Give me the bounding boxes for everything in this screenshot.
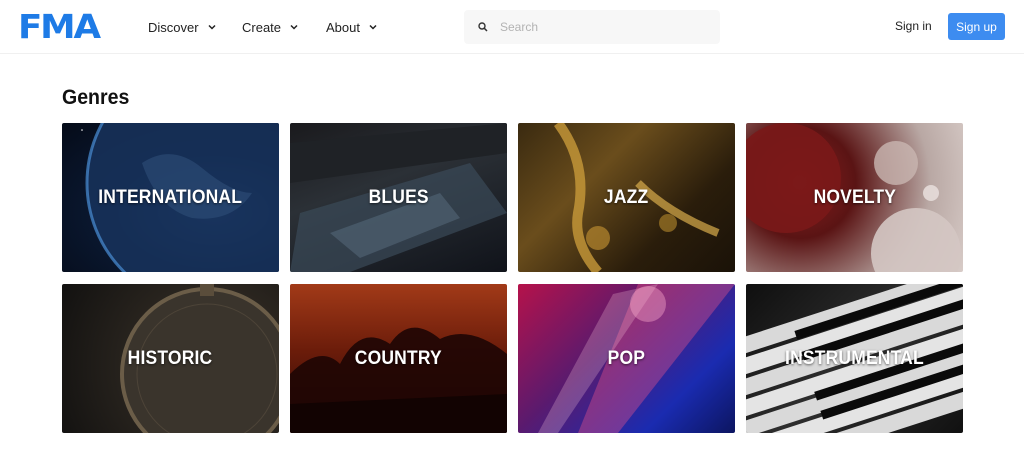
sign-in-link[interactable]: Sign in <box>895 19 932 33</box>
genre-label: COUNTRY <box>354 347 443 369</box>
genre-label: JAZZ <box>604 186 649 208</box>
sign-up-button[interactable]: Sign up <box>948 13 1005 40</box>
search-input[interactable] <box>500 20 700 34</box>
genre-tile-international[interactable]: INTERNATIONAL <box>62 123 279 272</box>
nav-create[interactable]: Create <box>242 17 299 37</box>
page-title: Genres <box>62 86 130 109</box>
chevron-down-icon <box>369 24 377 30</box>
nav-create-label: Create <box>242 19 282 35</box>
genre-tile-jazz[interactable]: JAZZ <box>518 123 735 272</box>
genre-tile-blues[interactable]: BLUES <box>290 123 507 272</box>
top-header: FMA Discover Create About Sign in Sign u… <box>0 0 1024 54</box>
genre-label: HISTORIC <box>128 347 213 369</box>
chevron-down-icon <box>290 24 298 30</box>
genre-tile-country[interactable]: COUNTRY <box>290 284 507 433</box>
nav-about-label: About <box>326 19 360 35</box>
search-icon <box>478 22 488 32</box>
genre-grid: INTERNATIONAL BLUES JAZZ NOVELTY HISTORI… <box>62 123 963 433</box>
nav-discover-label: Discover <box>148 19 199 35</box>
genre-tile-instrumental[interactable]: INSTRUMENTAL <box>746 284 963 433</box>
genre-label: POP <box>607 347 646 369</box>
genre-label: INTERNATIONAL <box>98 186 243 208</box>
fma-logo[interactable]: FMA <box>18 8 101 46</box>
search-box[interactable] <box>464 10 720 44</box>
nav-discover[interactable]: Discover <box>148 17 217 37</box>
genre-label: INSTRUMENTAL <box>785 347 924 369</box>
chevron-down-icon <box>208 24 216 30</box>
genre-label: BLUES <box>368 186 429 208</box>
nav-about[interactable]: About <box>326 17 378 37</box>
genre-label: NOVELTY <box>813 186 896 208</box>
genre-tile-historic[interactable]: HISTORIC <box>62 284 279 433</box>
genre-tile-novelty[interactable]: NOVELTY <box>746 123 963 272</box>
genre-tile-pop[interactable]: POP <box>518 284 735 433</box>
